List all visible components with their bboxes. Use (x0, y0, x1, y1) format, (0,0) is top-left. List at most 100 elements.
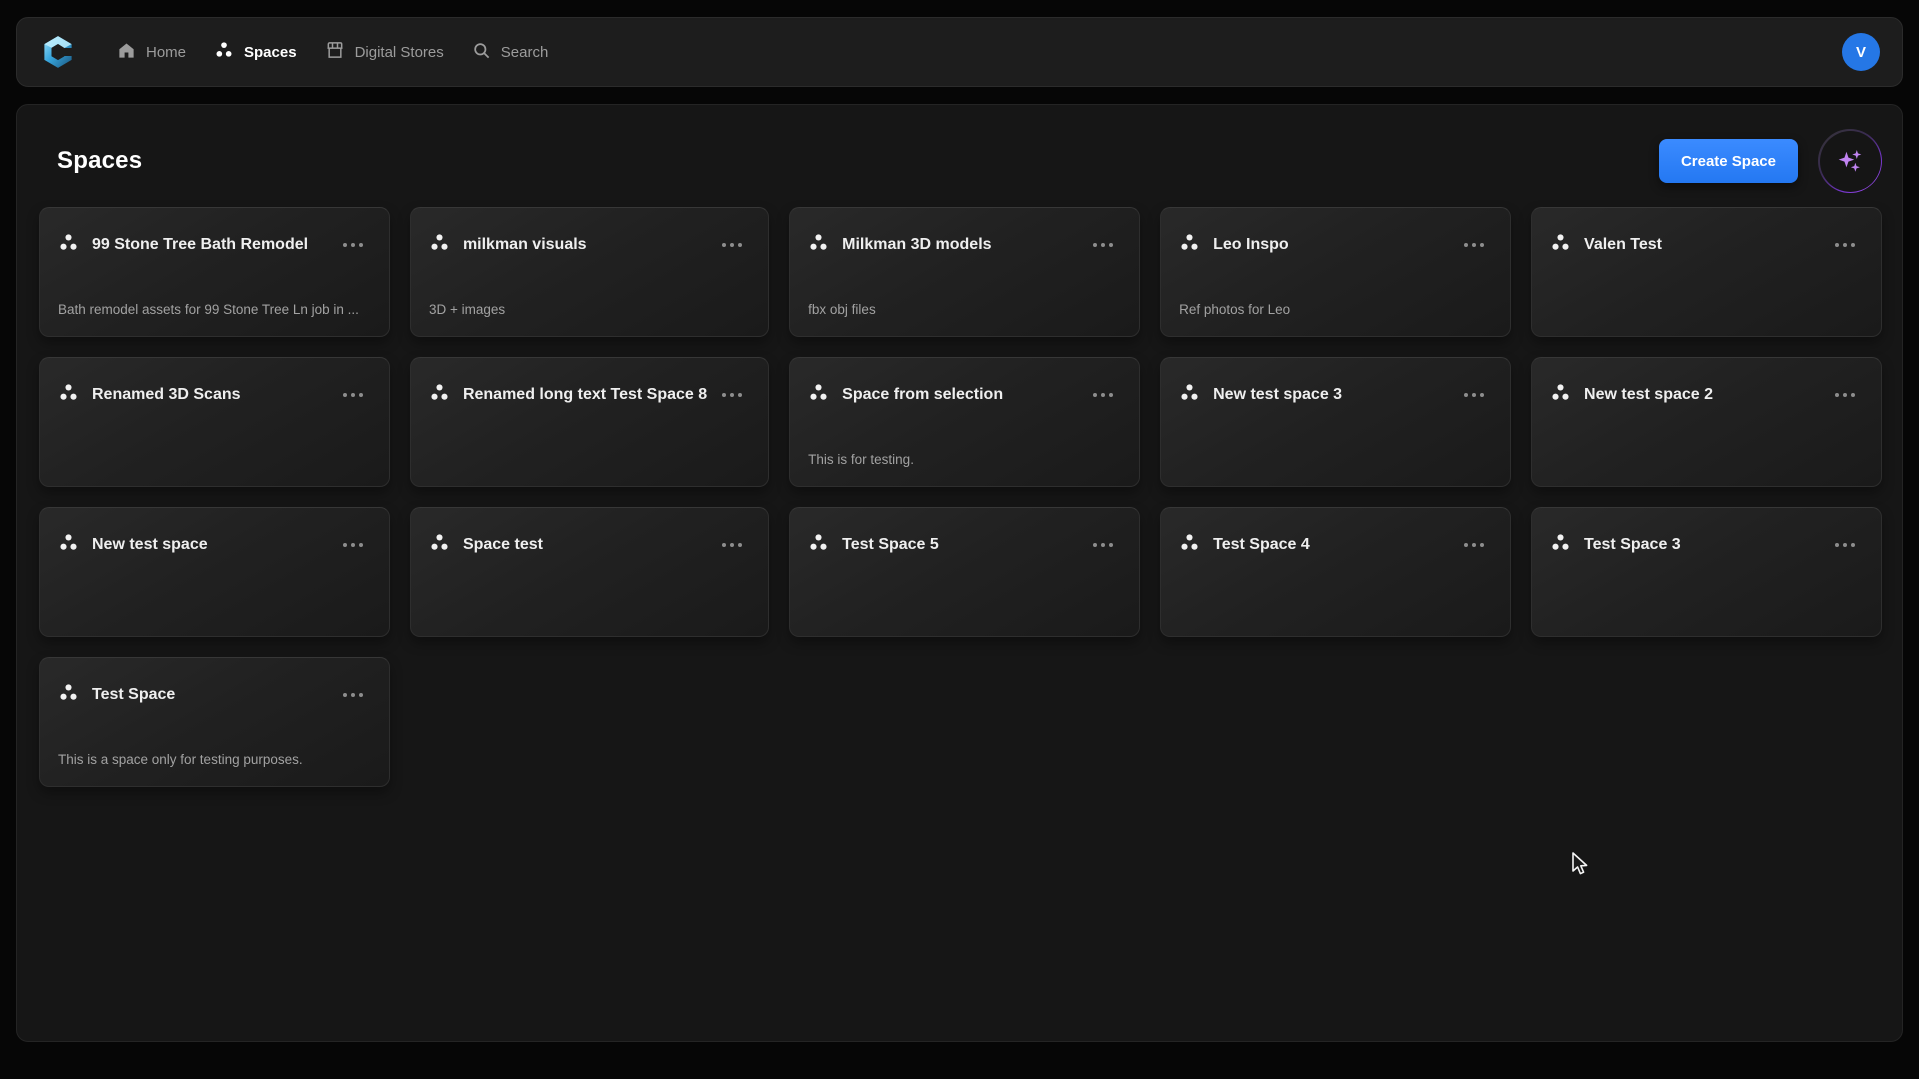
space-icon (58, 232, 79, 258)
space-title: Renamed 3D Scans (92, 386, 328, 404)
nav-item-home[interactable]: Home (103, 18, 200, 86)
home-icon (117, 41, 136, 64)
sparkles-icon (1820, 131, 1881, 192)
space-card-header: Valen Test (1550, 232, 1857, 258)
space-card[interactable]: Space test (410, 507, 769, 637)
space-card-header: New test space 3 (1179, 382, 1486, 408)
space-card-header: Renamed long text Test Space 8 (429, 382, 744, 408)
space-description: Bath remodel assets for 99 Stone Tree Ln… (58, 302, 365, 318)
nav-item-digital-stores[interactable]: Digital Stores (311, 18, 458, 86)
space-card[interactable]: Test Space 3 (1531, 507, 1882, 637)
nav-item-label: Home (146, 44, 186, 61)
space-card[interactable]: New test space (39, 507, 390, 637)
more-options-button[interactable] (1091, 237, 1115, 253)
space-card-header: Test Space 3 (1550, 532, 1857, 558)
space-description: Ref photos for Leo (1179, 302, 1486, 318)
space-icon (1550, 232, 1571, 258)
space-icon (808, 232, 829, 258)
more-options-button[interactable] (1091, 387, 1115, 403)
space-title: Renamed long text Test Space 8 (463, 386, 707, 404)
space-card[interactable]: Renamed 3D Scans (39, 357, 390, 487)
space-card[interactable]: Leo Inspo Ref photos for Leo (1160, 207, 1511, 337)
space-card[interactable]: Milkman 3D models fbx obj files (789, 207, 1140, 337)
space-card-header: Milkman 3D models (808, 232, 1115, 258)
spaces-icon (214, 40, 234, 64)
space-description: This is for testing. (808, 452, 1115, 468)
user-avatar[interactable]: V (1842, 33, 1880, 71)
nav-item-label: Digital Stores (355, 44, 444, 61)
more-options-button[interactable] (341, 687, 365, 703)
more-options-button[interactable] (720, 537, 744, 553)
ai-assistant-button[interactable] (1818, 129, 1882, 193)
space-title: Space from selection (842, 386, 1078, 404)
spaces-panel: Spaces Create Space 99 Stone T (16, 104, 1903, 1042)
search-icon (472, 41, 491, 64)
space-card-header: milkman visuals (429, 232, 744, 258)
space-description (429, 602, 744, 618)
more-options-button[interactable] (1833, 387, 1857, 403)
more-options-button[interactable] (341, 387, 365, 403)
nav-item-search[interactable]: Search (458, 18, 563, 86)
more-options-button[interactable] (1462, 537, 1486, 553)
space-card[interactable]: Test Space This is a space only for test… (39, 657, 390, 787)
space-description: fbx obj files (808, 302, 1115, 318)
space-card[interactable]: Test Space 5 (789, 507, 1140, 637)
more-options-button[interactable] (1833, 537, 1857, 553)
space-card-header: New test space (58, 532, 365, 558)
avatar-initial: V (1856, 44, 1866, 61)
space-card[interactable]: milkman visuals 3D + images (410, 207, 769, 337)
page-title: Spaces (57, 147, 1659, 175)
more-options-button[interactable] (341, 537, 365, 553)
space-title: New test space 3 (1213, 386, 1449, 404)
space-icon (1550, 382, 1571, 408)
more-options-button[interactable] (1462, 237, 1486, 253)
space-description (1179, 452, 1486, 468)
space-card[interactable]: Test Space 4 (1160, 507, 1511, 637)
space-card[interactable]: 99 Stone Tree Bath Remodel Bath remodel … (39, 207, 390, 337)
space-card-header: 99 Stone Tree Bath Remodel (58, 232, 365, 258)
space-icon (1179, 532, 1200, 558)
more-options-button[interactable] (1462, 387, 1486, 403)
space-icon (1179, 232, 1200, 258)
space-card-header: Renamed 3D Scans (58, 382, 365, 408)
space-card[interactable]: New test space 2 (1531, 357, 1882, 487)
space-card-header: Space from selection (808, 382, 1115, 408)
main-nav: Home Spaces Digital Store (103, 18, 562, 86)
space-icon (429, 532, 450, 558)
more-options-button[interactable] (720, 237, 744, 253)
create-space-button[interactable]: Create Space (1659, 139, 1798, 183)
space-card[interactable]: New test space 3 (1160, 357, 1511, 487)
space-description: This is a space only for testing purpose… (58, 752, 365, 768)
nav-item-label: Search (501, 44, 549, 61)
space-icon (58, 532, 79, 558)
space-card[interactable]: Renamed long text Test Space 8 (410, 357, 769, 487)
nav-item-label: Spaces (244, 44, 297, 61)
space-card[interactable]: Space from selection This is for testing… (789, 357, 1140, 487)
space-description (1179, 602, 1486, 618)
more-options-button[interactable] (720, 387, 744, 403)
space-title: Test Space (92, 686, 328, 704)
space-card-header: Test Space 5 (808, 532, 1115, 558)
space-title: 99 Stone Tree Bath Remodel (92, 236, 328, 254)
app-logo-icon[interactable] (39, 33, 77, 71)
space-title: Space test (463, 536, 707, 554)
spaces-grid: 99 Stone Tree Bath Remodel Bath remodel … (17, 193, 1902, 787)
space-icon (808, 532, 829, 558)
space-description (1550, 602, 1857, 618)
space-description (808, 602, 1115, 618)
space-card-header: Test Space (58, 682, 365, 708)
space-icon (429, 382, 450, 408)
space-description (58, 452, 365, 468)
space-card-header: Test Space 4 (1179, 532, 1486, 558)
space-title: New test space 2 (1584, 386, 1820, 404)
nav-item-spaces[interactable]: Spaces (200, 18, 311, 86)
space-description: 3D + images (429, 302, 744, 318)
more-options-button[interactable] (341, 237, 365, 253)
space-title: Test Space 5 (842, 536, 1078, 554)
more-options-button[interactable] (1833, 237, 1857, 253)
space-card[interactable]: Valen Test (1531, 207, 1882, 337)
space-card-header: Leo Inspo (1179, 232, 1486, 258)
space-icon (429, 232, 450, 258)
more-options-button[interactable] (1091, 537, 1115, 553)
space-description (58, 602, 365, 618)
